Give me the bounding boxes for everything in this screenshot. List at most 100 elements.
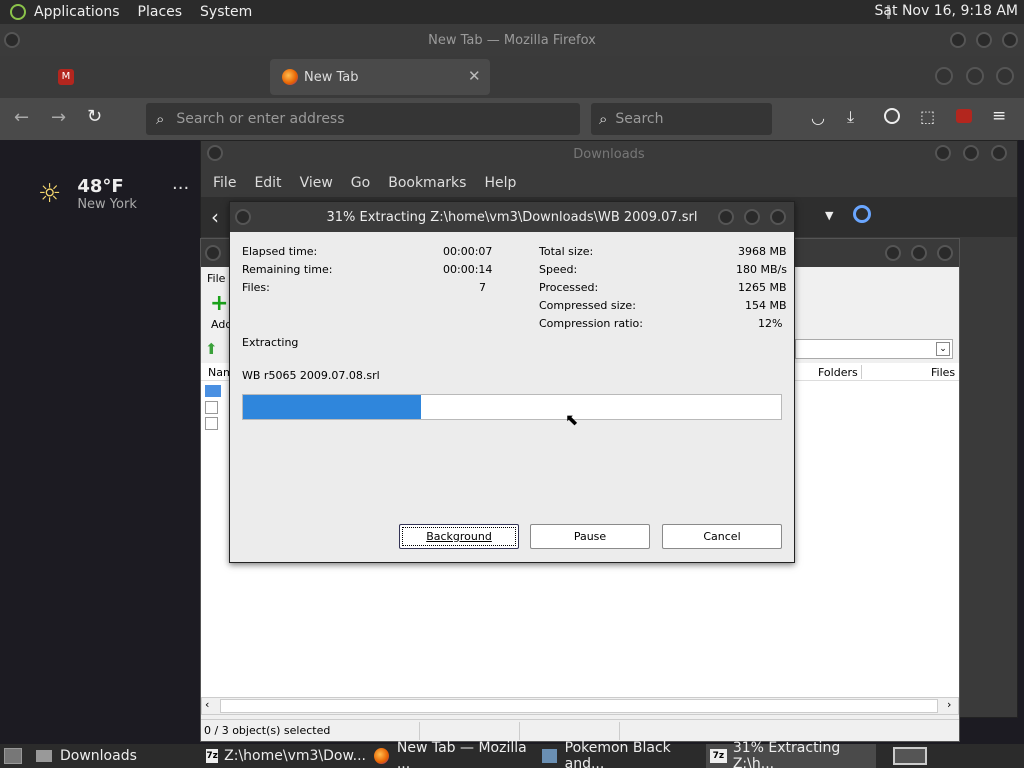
maximize-icon[interactable]: [911, 245, 927, 261]
weather-widget[interactable]: ☼ 48°F New York ···: [38, 174, 198, 214]
tab-close-icon[interactable]: ✕: [468, 67, 481, 85]
progress-fill: [243, 395, 421, 419]
maximize-icon[interactable]: [963, 145, 979, 161]
chevron-down-icon[interactable]: ⌄: [936, 342, 950, 356]
tab-minimize-icon[interactable]: [935, 67, 953, 85]
hamburger-menu-icon[interactable]: ≡: [992, 106, 1006, 126]
minimize-icon[interactable]: [950, 32, 966, 48]
taskbar-item-label: Pokemon Black and...: [564, 740, 671, 768]
cancel-button[interactable]: Cancel: [662, 524, 782, 549]
firefox-icon: [282, 69, 298, 85]
pocket-icon[interactable]: ◡: [811, 108, 825, 127]
app-icon: [542, 749, 557, 763]
maximize-icon[interactable]: [976, 32, 992, 48]
remaining-label: Remaining time:: [242, 263, 333, 276]
more-options-icon[interactable]: ···: [172, 178, 189, 199]
forward-icon[interactable]: →: [51, 107, 66, 128]
search-icon[interactable]: [853, 205, 871, 223]
menu-view[interactable]: View: [300, 175, 333, 191]
add-icon[interactable]: +: [210, 291, 228, 316]
menu-bookmarks[interactable]: Bookmarks: [388, 175, 466, 191]
show-desktop-icon[interactable]: [4, 748, 22, 764]
processed-label: Processed:: [539, 281, 599, 294]
account-icon[interactable]: [884, 108, 900, 124]
places-menu[interactable]: Places: [138, 4, 183, 20]
menu-help[interactable]: Help: [484, 175, 516, 191]
elapsed-value: 00:00:07: [443, 245, 493, 258]
taskbar-item-label: 31% Extracting Z:\h...: [732, 740, 841, 768]
back-arrow-icon[interactable]: ‹: [211, 205, 219, 229]
scroll-left-icon[interactable]: ‹: [205, 698, 209, 711]
window-menu-icon[interactable]: [4, 32, 20, 48]
taskbar-item-downloads[interactable]: Downloads: [36, 744, 201, 768]
downloads-icon[interactable]: ⤓: [847, 107, 854, 127]
workspace-switcher-icon[interactable]: [893, 747, 927, 765]
taskbar-item-label: Downloads: [60, 748, 137, 764]
minimize-icon[interactable]: [718, 209, 734, 225]
progress-bar: [242, 394, 782, 420]
taskbar-item-label: Z:\home\vm3\Dow...: [224, 748, 366, 764]
scroll-thumb[interactable]: [220, 699, 938, 713]
current-file: WB r5065 2009.07.08.srl: [242, 369, 380, 382]
taskbar-item-pokemon[interactable]: Pokemon Black and...: [542, 740, 702, 768]
gmail-tab-icon[interactable]: M: [58, 69, 74, 85]
total-size-value: 3968 MB: [738, 245, 787, 258]
window-menu-icon[interactable]: [235, 209, 251, 225]
horizontal-scrollbar[interactable]: ‹ ›: [201, 697, 959, 715]
close-icon[interactable]: [1002, 32, 1018, 48]
up-folder-icon[interactable]: ⬆: [205, 340, 218, 358]
path-combobox[interactable]: ⌄: [795, 339, 953, 359]
clock[interactable]: Sat Nov 16, 9:18 AM: [875, 3, 1018, 19]
compressed-size-value: 154 MB: [745, 299, 787, 312]
status-divider: [619, 722, 620, 740]
close-icon[interactable]: [937, 245, 953, 261]
status-divider: [519, 722, 520, 740]
tab-maximize-icon[interactable]: [966, 67, 984, 85]
menu-go[interactable]: Go: [351, 175, 370, 191]
close-icon[interactable]: [991, 145, 1007, 161]
column-files[interactable]: Files: [931, 366, 955, 379]
window-menu-icon[interactable]: [207, 145, 223, 161]
reload-icon[interactable]: ↻: [87, 106, 102, 127]
taskbar-item-extracting[interactable]: 7z 31% Extracting Z:\h...: [706, 740, 876, 768]
minimize-icon[interactable]: [885, 245, 901, 261]
weather-city: New York: [77, 197, 137, 212]
window-menu-icon[interactable]: [205, 245, 221, 261]
url-bar[interactable]: ⌕ Search or enter address: [146, 103, 580, 135]
pause-button[interactable]: Pause: [530, 524, 650, 549]
compression-ratio-value: 12%: [758, 317, 783, 330]
processed-value: 1265 MB: [738, 281, 787, 294]
background-button-label: Background: [426, 530, 492, 543]
extensions-icon[interactable]: ⬚: [920, 107, 935, 126]
menu-file[interactable]: File: [213, 175, 236, 191]
gnome-foot-icon[interactable]: [10, 4, 26, 20]
dialog-title: 31% Extracting Z:\home\vm3\Downloads\WB …: [326, 209, 698, 225]
tab-close-window-icon[interactable]: [996, 67, 1014, 85]
taskbar-item-firefox[interactable]: New Tab — Mozilla ...: [374, 740, 534, 768]
search-bar[interactable]: ⌕ Search: [591, 103, 772, 135]
back-icon[interactable]: ←: [14, 107, 29, 128]
maximize-icon[interactable]: [744, 209, 760, 225]
top-panel: Applications Places System Sat Nov 16, 9…: [0, 0, 1024, 24]
search-icon: ⌕: [156, 110, 165, 128]
search-icon: ⌕: [599, 110, 608, 128]
dropdown-arrow-icon[interactable]: ▼: [825, 209, 833, 222]
speed-value: 180 MB/s: [736, 263, 787, 276]
scroll-right-icon[interactable]: ›: [947, 698, 951, 711]
system-menu[interactable]: System: [200, 4, 252, 20]
tab-new-tab[interactable]: New Tab ✕: [270, 59, 490, 95]
minimize-icon[interactable]: [935, 145, 951, 161]
ublock-icon[interactable]: [956, 109, 972, 123]
taskbar-item-7zip[interactable]: 7z Z:\home\vm3\Dow...: [206, 744, 366, 768]
close-icon[interactable]: [770, 209, 786, 225]
extraction-dialog: 31% Extracting Z:\home\vm3\Downloads\WB …: [229, 201, 795, 563]
menu-edit[interactable]: Edit: [254, 175, 281, 191]
column-folders[interactable]: Folders: [818, 366, 858, 379]
7zip-menu-file[interactable]: File: [207, 272, 225, 285]
elapsed-label: Elapsed time:: [242, 245, 318, 258]
background-button[interactable]: Background: [399, 524, 519, 549]
firefox-navbar: ← → ↻ ⌕ Search or enter address ⌕ Search…: [0, 98, 1024, 140]
firefox-icon: [374, 748, 389, 764]
downloads-titlebar: Downloads: [201, 141, 1017, 167]
applications-menu[interactable]: Applications: [34, 4, 120, 20]
